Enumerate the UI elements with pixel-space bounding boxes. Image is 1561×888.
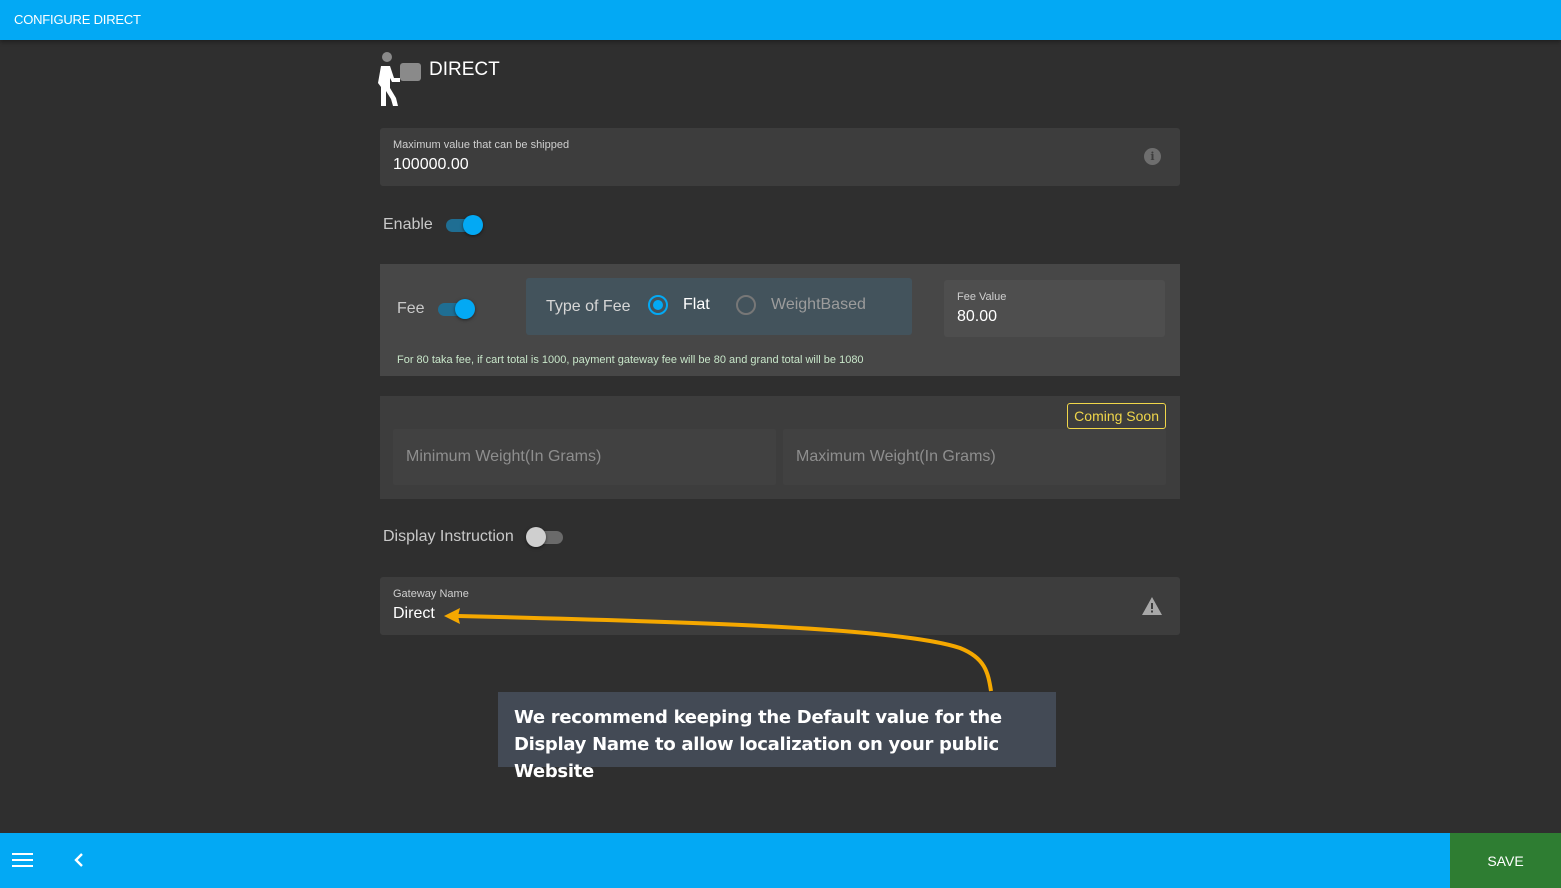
radio-unchecked-icon (736, 295, 756, 315)
hamburger-menu-icon[interactable] (12, 850, 34, 870)
fee-type-weightbased-radio[interactable]: WeightBased (736, 295, 866, 315)
fee-value-field[interactable]: Fee Value 80.00 (944, 280, 1165, 337)
display-instruction-toggle[interactable] (525, 527, 564, 547)
fee-toggle-knob (454, 299, 475, 319)
bottom-app-bar: SAVE (0, 833, 1561, 888)
fee-helper-text: For 80 taka fee, if cart total is 1000, … (397, 354, 864, 366)
enable-toggle-knob (462, 215, 483, 235)
enable-toggle[interactable] (445, 215, 483, 235)
display-instruction-label: Display Instruction (383, 528, 514, 545)
annotation-callout: We recommend keeping the Default value f… (498, 692, 1056, 782)
save-button[interactable]: SAVE (1450, 833, 1561, 888)
fee-label: Fee (397, 300, 425, 317)
max-shippable-value-field[interactable]: Maximum value that can be shipped 100000… (380, 128, 1180, 186)
display-instruction-row: Display Instruction (383, 527, 564, 547)
fee-row: Fee (397, 299, 475, 319)
chevron-left-icon[interactable] (70, 849, 90, 871)
info-icon[interactable]: i (1144, 148, 1161, 165)
gateway-name-field[interactable]: Gateway Name Direct (380, 577, 1180, 635)
app-bar-title: CONFIGURE DIRECT (14, 12, 141, 27)
fee-type-flat-radio[interactable]: Flat (648, 295, 710, 315)
fee-toggle[interactable] (437, 299, 475, 319)
max-shippable-value-label: Maximum value that can be shipped (393, 139, 570, 151)
fee-type-weightbased-label: WeightBased (771, 296, 866, 313)
page-title: DIRECT (429, 59, 500, 80)
fee-panel: Fee Type of Fee Flat WeightBased Fee Val… (380, 264, 1180, 376)
gateway-name-label: Gateway Name (393, 588, 469, 600)
page-header: DIRECT (378, 50, 678, 110)
weight-range-panel: Coming Soon Minimum Weight(In Grams) Max… (380, 396, 1180, 499)
fee-type-label: Type of Fee (546, 298, 631, 315)
max-weight-input[interactable]: Maximum Weight(In Grams) (783, 429, 1166, 485)
warning-icon[interactable] (1141, 596, 1163, 616)
fee-type-flat-label: Flat (683, 296, 710, 313)
min-weight-input[interactable]: Minimum Weight(In Grams) (393, 429, 776, 485)
max-shippable-value-input[interactable]: 100000.00 (393, 156, 469, 174)
enable-row: Enable (383, 215, 483, 235)
fee-value-input[interactable]: 80.00 (957, 308, 997, 326)
gateway-name-input[interactable]: Direct (393, 605, 435, 623)
person-carrying-box-icon (378, 52, 421, 106)
fee-value-label: Fee Value (957, 291, 1007, 303)
min-weight-placeholder: Minimum Weight(In Grams) (406, 448, 602, 465)
display-instruction-toggle-knob (525, 527, 546, 547)
enable-label: Enable (383, 216, 433, 233)
coming-soon-badge: Coming Soon (1067, 403, 1166, 429)
top-app-bar: CONFIGURE DIRECT (0, 0, 1561, 40)
max-weight-placeholder: Maximum Weight(In Grams) (796, 448, 996, 465)
fee-type-group: Type of Fee Flat WeightBased (526, 278, 912, 335)
radio-checked-icon (648, 295, 668, 315)
